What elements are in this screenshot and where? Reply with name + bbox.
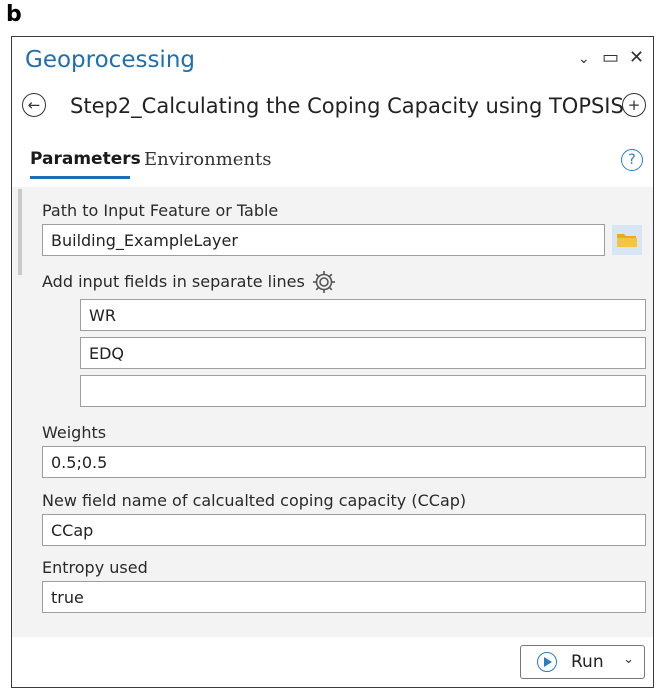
maximize-icon[interactable]: ▭ xyxy=(602,47,619,68)
close-icon[interactable]: ✕ xyxy=(629,47,644,68)
run-button[interactable]: Run ⌄ xyxy=(520,645,645,679)
tool-title: Step2_Calculating the Coping Capacity us… xyxy=(70,94,624,118)
weights-field[interactable]: 0.5;0.5 xyxy=(42,446,646,478)
pane-title: Geoprocessing xyxy=(25,47,195,73)
browse-folder-button[interactable] xyxy=(612,225,642,255)
gear-icon[interactable] xyxy=(312,270,336,294)
add-icon[interactable]: + xyxy=(622,93,646,117)
run-options-chevron-icon[interactable]: ⌄ xyxy=(623,652,634,667)
input-fields-label: Add input fields in separate lines xyxy=(42,272,305,291)
input-path-label: Path to Input Feature or Table xyxy=(42,201,279,220)
folder-icon xyxy=(617,234,637,247)
input-path-field[interactable]: Building_ExampleLayer xyxy=(42,224,605,256)
options-chevron-icon[interactable]: ⌄ xyxy=(578,50,590,67)
help-icon[interactable]: ? xyxy=(621,149,643,171)
title-bar: Geoprocessing ⌄ ▭ ✕ xyxy=(12,37,653,81)
tab-environments[interactable]: Environments xyxy=(144,149,271,170)
entropy-field[interactable]: true xyxy=(42,581,646,613)
active-parameter-indicator xyxy=(18,189,22,275)
new-field-name-field[interactable]: CCap xyxy=(42,514,646,546)
figure-label: b xyxy=(6,2,22,27)
run-play-icon xyxy=(537,652,557,672)
back-arrow-icon[interactable]: ← xyxy=(22,93,46,117)
tab-parameters[interactable]: Parameters xyxy=(30,149,141,169)
active-tab-indicator xyxy=(30,176,130,179)
input-field-row[interactable] xyxy=(80,375,646,407)
weights-label: Weights xyxy=(42,423,107,442)
run-label: Run xyxy=(571,652,604,672)
new-field-name-label: New field name of calcualted coping capa… xyxy=(42,491,467,510)
entropy-label: Entropy used xyxy=(42,558,148,577)
geoprocessing-pane: Geoprocessing ⌄ ▭ ✕ ← Step2_Calculating … xyxy=(11,36,654,688)
input-field-row[interactable]: WR xyxy=(80,299,646,331)
tool-header: ← Step2_Calculating the Coping Capacity … xyxy=(12,89,653,129)
input-field-row[interactable]: EDQ xyxy=(80,337,646,369)
